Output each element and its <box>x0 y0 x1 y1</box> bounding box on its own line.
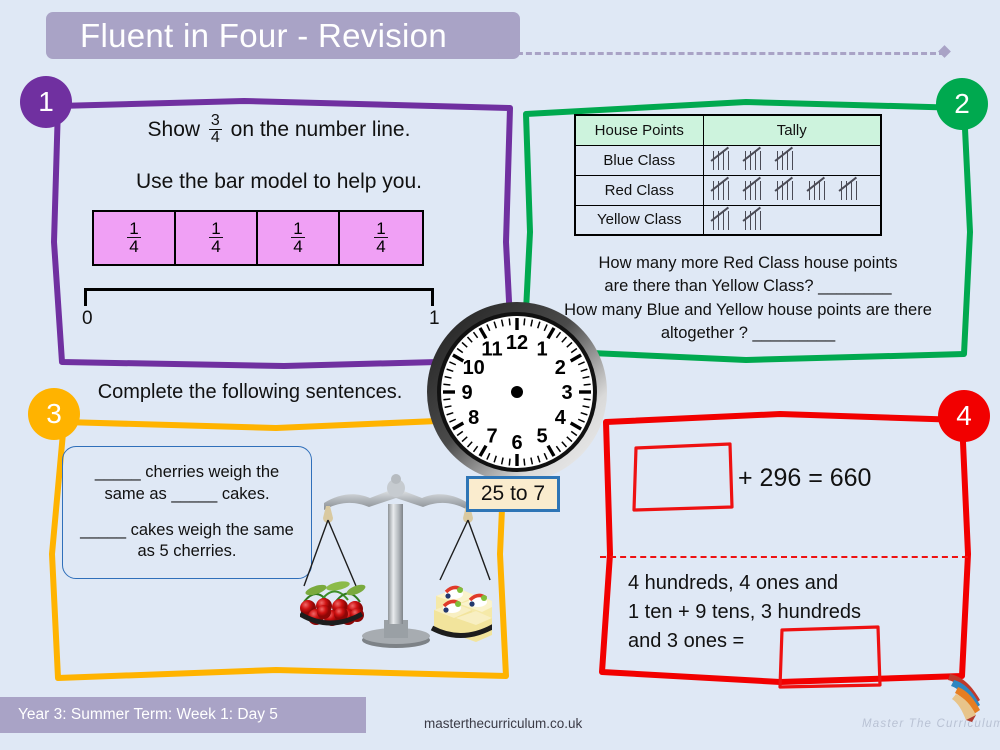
clock-numeral: 5 <box>536 425 547 447</box>
clock-numeral: 4 <box>555 407 567 429</box>
clock-numeral: 7 <box>486 425 497 447</box>
page-title: Fluent in Four - Revision <box>80 16 447 54</box>
cakes-pan <box>430 585 492 642</box>
clock-numeral: 11 <box>481 339 502 361</box>
bar-model-cell[interactable]: 1 4 <box>340 212 422 264</box>
page-title-bar: Fluent in Four - Revision <box>46 12 520 59</box>
panel-1-instruction-1: Show 3 4 on the number line. <box>44 112 514 147</box>
house-points-table: House Points Tally Blue Class Red Class Ye… <box>574 114 882 236</box>
clock-tick-minor <box>443 398 451 401</box>
panel-2-number-badge: 2 <box>936 78 988 130</box>
panel-3-heading: Complete the following sentences. <box>97 381 403 403</box>
clock-tick-minor <box>583 398 591 401</box>
clock-tick-minor <box>443 383 451 386</box>
clock-numeral: 2 <box>555 357 566 379</box>
clock-numeral: 9 <box>461 382 472 404</box>
panel-4-number-badge: 4 <box>938 390 990 442</box>
tally-group-of-five <box>773 146 807 171</box>
sentence-2-line-2: as 5 cherries. <box>137 542 237 561</box>
table-row: Yellow Class <box>574 204 882 236</box>
clock-numeral: 3 <box>561 382 572 404</box>
table-row: Blue Class <box>574 144 882 176</box>
clock-numeral: 12 <box>506 332 528 354</box>
bar-cell-fraction: 1 4 <box>291 218 305 256</box>
tally-group-of-five <box>741 176 775 201</box>
table-header-row: House Points Tally <box>574 114 882 146</box>
worksheet-page: Fluent in Four - Revision 1 Show 3 4 on … <box>0 0 1000 750</box>
place-value-question: 4 hundreds, 4 ones and 1 ten + 9 tens, 3… <box>628 569 958 656</box>
site-url: masterthecurriculum.co.uk <box>424 716 583 731</box>
missing-addend-box <box>632 442 734 512</box>
bar-cell-fraction: 1 4 <box>127 218 141 256</box>
clock-numeral: 8 <box>468 407 479 429</box>
table-body: Blue Class Red Class Yellow Class <box>574 144 882 236</box>
tally-group-of-five <box>773 176 807 201</box>
cherries-pan <box>300 581 366 626</box>
bar-model: 1 4 1 4 1 4 1 4 <box>92 210 424 266</box>
pencil-logo-icon <box>948 674 980 722</box>
footer-bar: Year 3: Summer Term: Week 1: Day 5 <box>0 697 366 733</box>
lesson-info: Year 3: Summer Term: Week 1: Day 5 <box>18 706 278 723</box>
clock-numeral: 6 <box>511 432 522 454</box>
clock-tick-minor <box>508 458 511 466</box>
bar-cell-fraction: 1 4 <box>374 218 388 256</box>
place-value-line-1: 4 hundreds, 4 ones and <box>628 572 839 594</box>
sentence-1-line-2: same as _____ cakes. <box>104 484 270 503</box>
q1-show-word: Show <box>147 118 201 142</box>
table-cell-tally <box>702 144 882 176</box>
table-cell-class-name: Red Class <box>574 174 704 206</box>
bar-model-cell[interactable]: 1 4 <box>94 212 176 264</box>
bar-cell-fraction: 1 4 <box>209 218 223 256</box>
sentence-1-line-1: _____ cherries weigh the <box>94 462 280 481</box>
clock-tick-minor <box>523 318 526 326</box>
table-row: Red Class <box>574 174 882 206</box>
clock-tick-minor <box>523 458 526 466</box>
place-value-line-2: 1 ten + 9 tens, 3 hundreds <box>628 601 861 623</box>
table-cell-tally <box>702 204 882 236</box>
analogue-clock[interactable]: 12 1234567891011 <box>425 300 609 484</box>
panel-1-instruction-2: Use the bar model to help you. <box>135 170 422 193</box>
table-cell-tally <box>702 174 882 206</box>
panel-3-number-badge: 3 <box>28 388 80 440</box>
panel-1-number-badge: 1 <box>20 76 72 128</box>
sentence-completion-box[interactable]: _____ cherries weigh the same as _____ c… <box>62 446 312 579</box>
sentence-2-line-1: _____ cakes weigh the same <box>80 520 294 539</box>
number-line-rule <box>84 288 434 291</box>
place-value-line-3: and 3 ones = <box>628 630 745 652</box>
panel-2-question-line-2: are there than Yellow Class? ________ <box>604 277 892 296</box>
title-dashed-rule <box>490 52 945 55</box>
panel-2-question-line-1: How many more Red Class house points <box>598 254 898 272</box>
balance-scale-illustration <box>300 474 492 648</box>
tally-group-of-five <box>709 176 743 201</box>
clock-time-label: 25 to 7 <box>466 476 560 512</box>
tally-group-of-five <box>741 146 775 171</box>
equation-text: + 296 = 660 <box>738 464 872 492</box>
question-panel-4: 4 + 296 = 660 4 hundreds, 4 ones and 1 t… <box>599 390 990 689</box>
bar-model-cell[interactable]: 1 4 <box>258 212 340 264</box>
q1-instruction-tail: on the number line. <box>230 118 411 142</box>
clock-numeral: 1 <box>536 339 547 361</box>
table-cell-class-name: Blue Class <box>574 144 704 176</box>
tally-group-of-five <box>741 206 775 231</box>
number-line-label-start: 0 <box>82 308 93 329</box>
title-end-diamond <box>938 45 951 58</box>
column-header-house-points: House Points <box>574 114 704 146</box>
tally-group-of-five <box>805 176 839 201</box>
column-header-tally: Tally <box>702 114 882 146</box>
clock-centre-pin <box>511 386 523 398</box>
number-line-tick-start <box>84 288 87 306</box>
clock-tick-minor <box>508 318 511 326</box>
tally-group-of-five <box>837 176 871 201</box>
fraction-three-quarters: 3 4 <box>208 112 222 146</box>
tally-group-of-five <box>709 146 743 171</box>
number-line[interactable]: 0 1 <box>82 288 440 330</box>
tally-group-of-five <box>709 206 743 231</box>
table-cell-class-name: Yellow Class <box>574 204 704 236</box>
clock-tick-minor <box>583 383 591 386</box>
bar-model-cell[interactable]: 1 4 <box>176 212 258 264</box>
panel-4-divider <box>600 556 968 558</box>
